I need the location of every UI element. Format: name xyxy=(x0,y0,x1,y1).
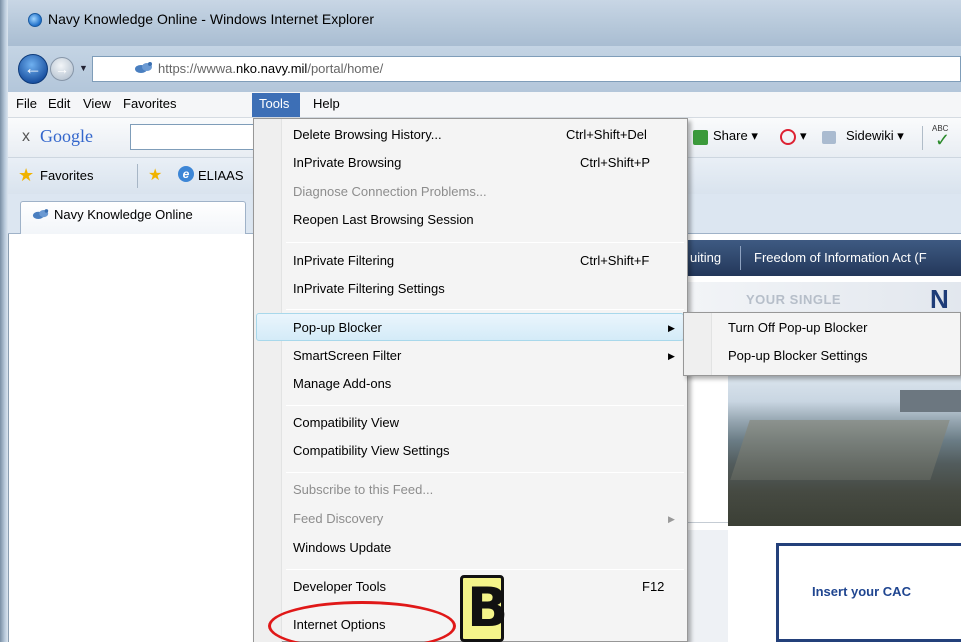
shortcut-inprivate-filtering: Ctrl+Shift+F xyxy=(580,253,650,268)
banner-logo: N xyxy=(930,284,949,314)
menu-item-developer-tools[interactable]: Developer Tools xyxy=(293,579,386,594)
tab-label: Navy Knowledge Online xyxy=(54,207,193,222)
submenu-arrow-icon: ▶ xyxy=(668,351,675,361)
menu-item-inprivate-browsing[interactable]: InPrivate Browsing xyxy=(293,155,401,170)
menu-tools[interactable]: Tools xyxy=(252,93,300,117)
sidewiki-button[interactable]: Sidewiki ▾ xyxy=(846,128,904,144)
site-nav-divider xyxy=(740,246,741,270)
tools-menu-gutter xyxy=(254,119,282,642)
google-toolbar-close-button[interactable]: x xyxy=(22,128,30,146)
ship-image xyxy=(900,390,961,412)
menu-item-compatibility-view[interactable]: Compatibility View xyxy=(293,415,399,430)
window-title: Navy Knowledge Online - Windows Internet… xyxy=(48,11,375,27)
address-url[interactable]: https://wwwa.nko.navy.mil/portal/home/ xyxy=(158,61,383,76)
menu-item-turn-off-popup-blocker[interactable]: Turn Off Pop-up Blocker xyxy=(728,320,867,335)
cac-prompt: Insert your CAC xyxy=(812,584,911,599)
menu-separator xyxy=(286,309,684,310)
menu-item-popup-blocker[interactable]: Pop-up Blocker xyxy=(293,320,382,335)
shortcut-inprivate-browsing: Ctrl+Shift+P xyxy=(580,155,651,170)
share-icon[interactable] xyxy=(693,130,708,145)
menu-separator xyxy=(286,472,684,473)
menu-item-delete-browsing-history[interactable]: Delete Browsing History... xyxy=(293,127,442,142)
share-button[interactable]: Share ▾ xyxy=(713,128,758,144)
window-frame xyxy=(0,0,8,642)
add-favorite-icon[interactable]: ★ xyxy=(148,165,162,185)
menu-separator xyxy=(286,405,684,406)
carrier-deck-image xyxy=(730,420,950,480)
menu-separator xyxy=(286,242,684,243)
menu-item-inprivate-filtering[interactable]: InPrivate Filtering xyxy=(293,253,394,268)
menu-item-subscribe-feed: Subscribe to this Feed... xyxy=(293,482,434,497)
menu-help[interactable]: Help xyxy=(313,96,340,111)
recent-pages-dropdown-icon[interactable]: ▼ xyxy=(79,63,88,73)
site-nav-link-foia[interactable]: Freedom of Information Act (F xyxy=(754,250,927,265)
menu-item-diagnose-connection: Diagnose Connection Problems... xyxy=(293,184,487,199)
ie-page-icon: e xyxy=(178,166,194,182)
favorite-link[interactable]: ELIAAS xyxy=(198,168,244,183)
spellcheck-icon[interactable]: ✓ xyxy=(935,130,950,151)
popup-dropdown-icon[interactable]: ▾ xyxy=(800,128,807,144)
toolbar-divider xyxy=(922,126,923,150)
google-logo: Google xyxy=(40,126,93,146)
site-nav-link-recruiting[interactable]: uiting xyxy=(690,250,721,265)
popup-blocked-icon[interactable] xyxy=(780,129,796,145)
tab-favicon-icon xyxy=(32,209,49,219)
step-label: B xyxy=(467,576,509,639)
menu-file[interactable]: File xyxy=(16,96,37,111)
menu-view[interactable]: View xyxy=(83,96,111,111)
menu-item-reopen-last-session[interactable]: Reopen Last Browsing Session xyxy=(293,212,474,227)
favorites-star-icon[interactable]: ★ xyxy=(18,165,34,186)
favorites-button[interactable]: Favorites xyxy=(40,168,93,183)
submenu-arrow-icon: ▶ xyxy=(668,514,675,524)
menu-item-windows-update[interactable]: Windows Update xyxy=(293,540,391,555)
menu-item-compatibility-view-settings[interactable]: Compatibility View Settings xyxy=(293,443,450,458)
site-favicon-icon xyxy=(135,62,152,73)
ie-logo-icon xyxy=(28,13,42,27)
menu-edit[interactable]: Edit xyxy=(48,96,70,111)
menu-item-feed-discovery: Feed Discovery xyxy=(293,511,384,526)
menu-item-inprivate-filtering-settings[interactable]: InPrivate Filtering Settings xyxy=(293,281,445,296)
google-search-input[interactable] xyxy=(130,124,260,150)
menu-item-smartscreen-filter[interactable]: SmartScreen Filter xyxy=(293,348,401,363)
forward-button[interactable]: → xyxy=(50,57,74,81)
shortcut-delete-browsing-history: Ctrl+Shift+Del xyxy=(566,127,647,142)
submenu-gutter xyxy=(684,313,712,375)
menu-item-popup-blocker-settings[interactable]: Pop-up Blocker Settings xyxy=(728,348,867,363)
submenu-arrow-icon: ▶ xyxy=(668,323,675,333)
favorites-divider xyxy=(137,164,138,188)
side-panel xyxy=(686,530,728,642)
panel-divider xyxy=(686,522,728,523)
menu-favorites[interactable]: Favorites xyxy=(123,96,176,111)
back-button[interactable]: ← xyxy=(18,54,48,84)
sidewiki-icon[interactable] xyxy=(822,131,836,144)
banner-tagline: YOUR SINGLE xyxy=(746,292,842,307)
menu-item-manage-addons[interactable]: Manage Add-ons xyxy=(293,376,391,391)
menu-separator xyxy=(286,569,684,570)
shortcut-developer-tools: F12 xyxy=(642,579,665,594)
